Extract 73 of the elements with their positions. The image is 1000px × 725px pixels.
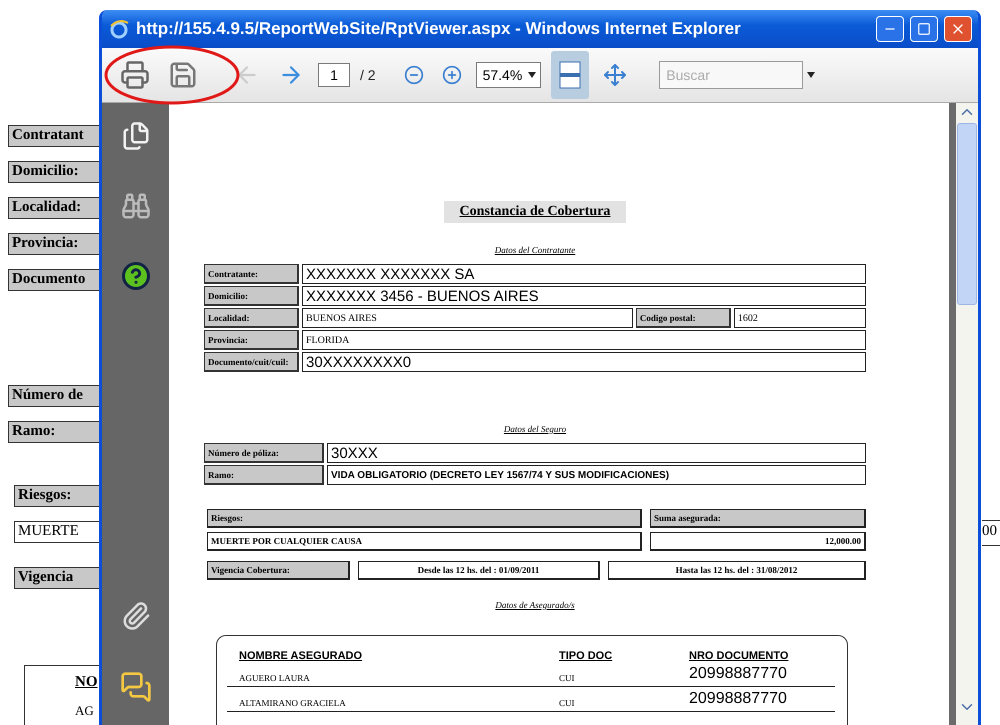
document-pages-icon[interactable] bbox=[120, 121, 150, 151]
scroll-thumb[interactable] bbox=[957, 123, 977, 305]
field-value: MUERTE bbox=[14, 521, 100, 543]
dropdown-caret-icon[interactable] bbox=[807, 72, 816, 78]
minus-circle-icon bbox=[404, 65, 424, 85]
field-label: Contratante: bbox=[204, 264, 299, 284]
table-cell: 00 bbox=[982, 520, 1000, 546]
column-header: NRO DOCUMENTO bbox=[689, 650, 788, 662]
maximize-icon bbox=[917, 22, 931, 36]
column-header: NOMBRE ASEGURADO bbox=[239, 650, 362, 662]
field-value: XXXXXXX 3456 - BUENOS AIRES bbox=[302, 286, 866, 306]
table-cell: MUERTE POR CUALQUIER CAUSA bbox=[207, 532, 642, 551]
table-header-cell: Riesgos: bbox=[207, 509, 642, 528]
field-label: Localidad: bbox=[8, 197, 100, 219]
help-icon[interactable] bbox=[120, 261, 150, 291]
field-label: Domicilio: bbox=[8, 161, 100, 183]
field-label: Número de póliza: bbox=[204, 443, 324, 463]
field-value: XXXXXXX XXXXXXX SA bbox=[302, 264, 866, 284]
page-width-icon bbox=[559, 61, 582, 89]
printer-icon bbox=[120, 60, 150, 90]
field-label: Contratant bbox=[8, 125, 100, 147]
page-count: / 2 bbox=[360, 67, 376, 83]
four-arrows-icon bbox=[603, 63, 628, 87]
section-heading: Datos del Seguro bbox=[504, 424, 566, 434]
field-label: Ramo: bbox=[204, 465, 324, 485]
field-label: Provincia: bbox=[8, 233, 100, 255]
speech-bubbles-icon[interactable] bbox=[120, 671, 152, 703]
table-cell-text: 20998887770 bbox=[689, 665, 787, 684]
field-value: 30XXX bbox=[327, 443, 866, 463]
field-value: VIDA OBLIGATORIO (DECRETO LEY 1567/74 Y SUS MODIFICACIONES) bbox=[327, 465, 866, 485]
field-value: FLORIDA bbox=[302, 330, 866, 350]
field-label: Codigo postal: bbox=[636, 308, 731, 328]
table-header-cell: Suma asegurada: bbox=[650, 509, 866, 528]
field-value: BUENOS AIRES bbox=[302, 308, 633, 328]
page-number-field[interactable]: 1 bbox=[318, 63, 350, 87]
table-cell: Desde las 12 hs. del : 01/09/2011 bbox=[358, 561, 600, 580]
close-button[interactable] bbox=[944, 16, 972, 42]
scrollbar[interactable] bbox=[956, 103, 978, 725]
field-label: Provincia: bbox=[204, 330, 299, 350]
section-heading: Datos de Asegurado/s bbox=[495, 600, 575, 610]
field-value: 30XXXXXXXX0 bbox=[302, 352, 866, 372]
table-cell: Hasta las 12 hs. del : 31/08/2012 bbox=[608, 561, 866, 580]
paperclip-icon[interactable] bbox=[120, 601, 150, 631]
table-cell-text: AG bbox=[75, 703, 95, 719]
section-heading: Datos del Contratante bbox=[494, 245, 576, 255]
field-label: Número de bbox=[8, 385, 100, 407]
window-title: http://155.4.9.5/ReportWebSite/RptViewer.aspx - Windows Internet Explorer bbox=[136, 19, 742, 39]
table-cell-text: ALTAMIRANO GRACIELA bbox=[239, 698, 346, 710]
field-value: 1602 bbox=[734, 308, 866, 328]
table-cell: 12,000.00 bbox=[650, 532, 866, 551]
search-field[interactable]: Buscar bbox=[659, 61, 804, 89]
dropdown-caret-icon bbox=[528, 72, 536, 78]
table-cell-text: AGUERO LAURA bbox=[239, 673, 310, 685]
column-header: NO bbox=[75, 674, 98, 691]
field-label: Documento bbox=[8, 269, 100, 291]
report-title: Constancia de Cobertura bbox=[444, 201, 626, 223]
plus-circle-icon bbox=[442, 65, 462, 85]
column-header: TIPO DOC bbox=[559, 650, 612, 662]
page-width-button[interactable] bbox=[551, 51, 590, 99]
zoom-dropdown[interactable]: 57.4% bbox=[476, 62, 542, 88]
field-label: Vigencia bbox=[14, 567, 100, 589]
field-label: Riesgos: bbox=[14, 485, 100, 507]
table-cell-text: CUI bbox=[559, 673, 574, 685]
minimize-button[interactable] bbox=[876, 16, 904, 42]
binoculars-icon[interactable] bbox=[120, 191, 150, 221]
field-label: Domicilio: bbox=[204, 286, 299, 306]
table-cell-text: 20998887770 bbox=[689, 690, 787, 709]
field-label: Vigencia Cobertura: bbox=[207, 561, 350, 580]
maximize-button[interactable] bbox=[910, 16, 938, 42]
field-label: Localidad: bbox=[204, 308, 299, 328]
field-label: Ramo: bbox=[8, 421, 100, 443]
table-cell-text: CUI bbox=[559, 698, 574, 710]
field-label: Documento/cuit/cuil: bbox=[204, 352, 299, 372]
